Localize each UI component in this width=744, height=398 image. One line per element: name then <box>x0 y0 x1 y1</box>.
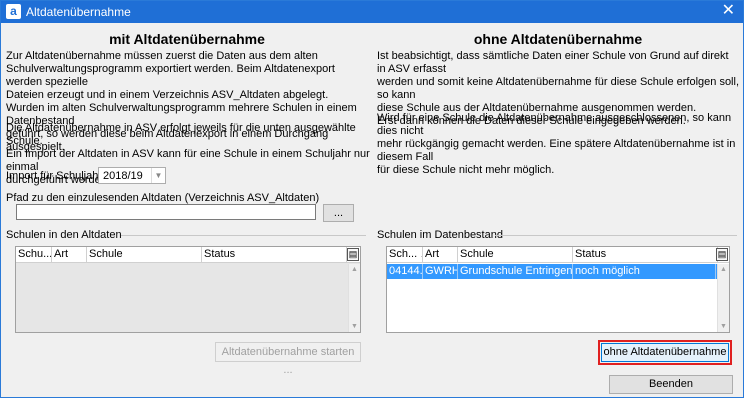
vertical-scrollbar[interactable]: ▲ ▼ <box>717 264 729 332</box>
cell-nr: 04144... <box>389 264 423 279</box>
datenbestand-schools-table[interactable]: Sch...▲ Art Schule Status ▤ 04144... GWR… <box>386 246 730 333</box>
window-title: Altdatenübernahme <box>26 5 131 19</box>
scroll-up-icon[interactable]: ▲ <box>718 264 729 275</box>
schoolyear-label: Import für Schuljahr <box>6 170 102 182</box>
column-header-art[interactable]: Art <box>423 247 458 263</box>
start-import-button[interactable]: Altdatenübernahme starten ... <box>215 342 361 376</box>
column-header-schule[interactable]: Schule <box>87 247 202 263</box>
left-group-label: Schulen in den Altdaten <box>6 229 122 241</box>
column-header-status[interactable]: Status <box>202 247 347 263</box>
cell-art: GWRHS <box>423 264 458 279</box>
right-paragraph-2: Wird für eine Schule die Altdatenübernah… <box>377 112 736 176</box>
column-header-schule[interactable]: Schule <box>458 247 573 263</box>
altdaten-schools-table[interactable]: Schu...▲ Art Schule Status ▤ ▲ ▼ <box>15 246 361 333</box>
title-bar: a Altdatenübernahme ✕ <box>1 1 743 23</box>
scroll-down-icon[interactable]: ▼ <box>718 321 729 332</box>
column-header-nr[interactable]: Schu...▲ <box>16 247 52 263</box>
path-label: Pfad zu den einzulesenden Altdaten (Verz… <box>6 192 320 204</box>
cell-schule: Grundschule Entringen <box>460 264 573 279</box>
chevron-down-icon[interactable]: ▼ <box>151 168 165 183</box>
path-input[interactable] <box>16 204 316 220</box>
table-row[interactable]: 04144... GWRHS Grundschule Entringen noc… <box>387 264 729 279</box>
cell-status: noch möglich <box>573 264 716 279</box>
right-group-label: Schulen im Datenbestand <box>377 229 503 241</box>
right-group-divider <box>495 235 737 236</box>
table-header: Sch...▲ Art Schule Status ▤ <box>387 247 729 263</box>
left-heading: mit Altdatenübernahme <box>109 31 265 47</box>
vertical-scrollbar[interactable]: ▲ ▼ <box>348 264 360 332</box>
schoolyear-value: 2018/19 <box>103 170 143 182</box>
app-icon: a <box>6 4 21 19</box>
close-icon[interactable]: ✕ <box>722 2 735 20</box>
scroll-up-icon[interactable]: ▲ <box>349 264 360 275</box>
altdaten-dialog: a Altdatenübernahme ✕ mit Altdatenüberna… <box>0 0 744 398</box>
column-chooser-icon[interactable]: ▤ <box>347 248 359 261</box>
table-header: Schu...▲ Art Schule Status ▤ <box>16 247 360 263</box>
end-button[interactable]: Beenden <box>609 375 733 394</box>
without-import-button[interactable]: ohne Altdatenübernahme <box>601 343 729 362</box>
column-chooser-icon[interactable]: ▤ <box>716 248 728 261</box>
right-heading: ohne Altdatenübernahme <box>473 31 643 47</box>
column-header-status[interactable]: Status <box>573 247 718 263</box>
schoolyear-select[interactable]: 2018/19 ▼ <box>98 167 166 184</box>
column-header-art[interactable]: Art <box>52 247 87 263</box>
column-header-nr[interactable]: Sch...▲ <box>387 247 423 263</box>
browse-button[interactable]: ... <box>323 204 354 222</box>
scroll-down-icon[interactable]: ▼ <box>349 321 360 332</box>
left-group-divider <box>121 235 366 236</box>
